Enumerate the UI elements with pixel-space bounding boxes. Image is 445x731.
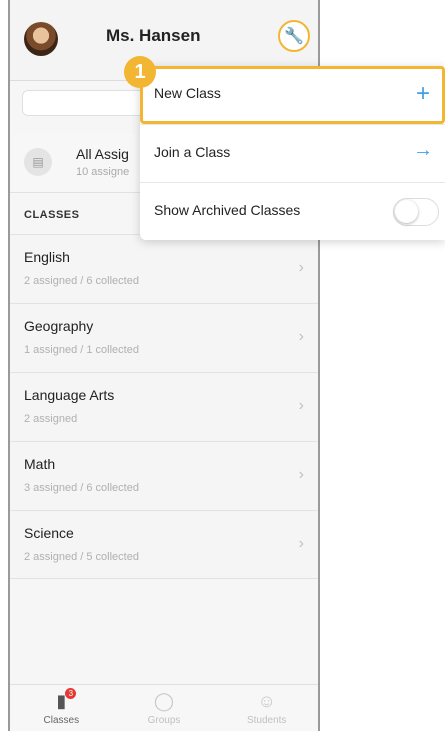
tab-groups[interactable]: ◯ Groups xyxy=(113,685,216,731)
step-number-badge: 1 xyxy=(124,56,156,88)
tab-bar: ▮ 3 Classes ◯ Groups ☺ Students xyxy=(10,684,318,731)
class-status: 2 assigned xyxy=(24,413,78,425)
all-assignments-title: All Assig xyxy=(76,146,129,162)
chevron-right-icon: › xyxy=(298,328,304,345)
new-class-menu-item[interactable]: New Class + xyxy=(140,66,445,124)
groups-icon: ◯ xyxy=(153,691,175,711)
class-name: Math xyxy=(24,456,56,472)
show-archived-toggle[interactable] xyxy=(393,198,439,226)
tab-students[interactable]: ☺ Students xyxy=(215,685,318,731)
class-status: 2 assigned / 5 collected xyxy=(24,551,139,563)
settings-popover-menu: New Class + Join a Class → Show Archived… xyxy=(140,66,445,240)
teacher-name: Ms. Hansen xyxy=(106,26,201,45)
class-status: 2 assigned / 6 collected xyxy=(24,275,139,287)
class-name: English xyxy=(24,249,70,265)
class-row-science[interactable]: Science 2 assigned / 5 collected › xyxy=(10,510,318,579)
tab-classes[interactable]: ▮ 3 Classes xyxy=(10,685,113,731)
menu-item-label: Join a Class xyxy=(154,144,231,160)
plus-icon: + xyxy=(415,80,430,107)
menu-item-label: New Class xyxy=(154,85,221,101)
class-status: 1 assigned / 1 collected xyxy=(24,344,139,356)
menu-item-label: Show Archived Classes xyxy=(154,202,301,218)
chevron-right-icon: › xyxy=(298,259,304,276)
class-row-geography[interactable]: Geography 1 assigned / 1 collected › xyxy=(10,303,318,372)
chevron-right-icon: › xyxy=(298,397,304,414)
chevron-right-icon: › xyxy=(298,535,304,552)
arrow-right-icon: → xyxy=(413,139,433,161)
join-class-menu-item[interactable]: Join a Class → xyxy=(140,124,445,183)
tab-label: Classes xyxy=(43,715,80,726)
notification-badge: 3 xyxy=(65,688,77,699)
students-icon: ☺ xyxy=(257,691,276,711)
tab-label: Students xyxy=(246,715,287,726)
class-status: 3 assigned / 6 collected xyxy=(24,482,139,494)
avatar[interactable] xyxy=(24,22,58,56)
wrench-icon: 🔧 xyxy=(284,28,304,45)
all-assignments-subtitle: 10 assigne xyxy=(76,166,130,178)
class-name: Science xyxy=(24,525,74,541)
toggle-knob xyxy=(395,200,418,223)
class-name: Language Arts xyxy=(24,387,115,403)
chevron-right-icon: › xyxy=(298,466,304,483)
assignments-icon: ▤ xyxy=(24,148,52,176)
class-list: English 2 assigned / 6 collected › Geogr… xyxy=(10,234,318,579)
classes-section-label: CLASSES xyxy=(24,209,80,221)
class-row-english[interactable]: English 2 assigned / 6 collected › xyxy=(10,234,318,303)
class-name: Geography xyxy=(24,318,94,334)
show-archived-menu-item: Show Archived Classes xyxy=(140,182,445,241)
tab-label: Groups xyxy=(147,715,181,726)
settings-wrench-button[interactable]: 🔧 xyxy=(278,20,310,52)
class-row-math[interactable]: Math 3 assigned / 6 collected › xyxy=(10,441,318,510)
class-row-language-arts[interactable]: Language Arts 2 assigned › xyxy=(10,372,318,441)
